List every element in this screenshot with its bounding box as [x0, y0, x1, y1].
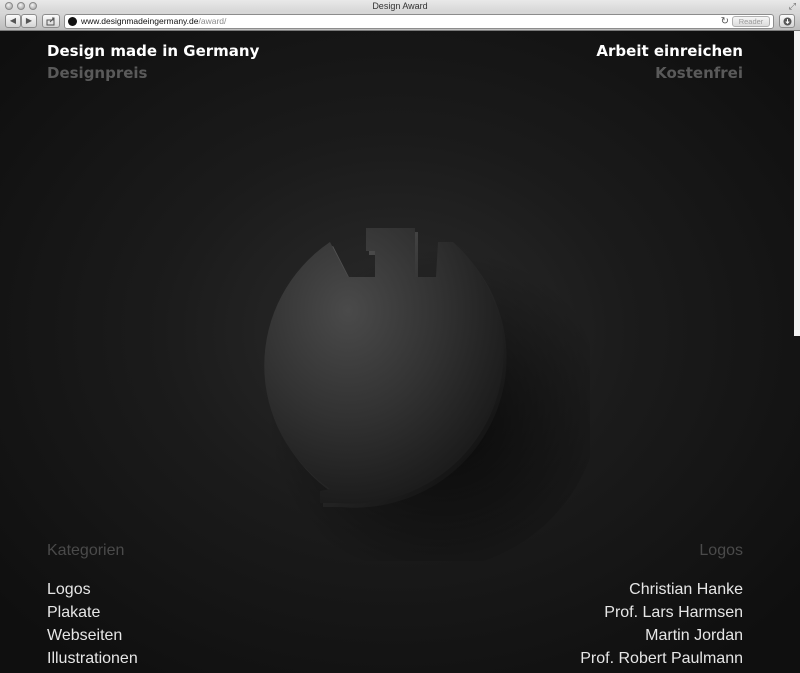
submit-cost-label: Kostenfrei: [655, 64, 743, 82]
jury-member[interactable]: Martin Jordan: [580, 624, 743, 647]
back-button[interactable]: ◀: [5, 14, 21, 28]
page-viewport: Design made in Germany Designpreis Arbei…: [0, 31, 800, 673]
address-bar[interactable]: www.designmadeingermany.de/award/ ↻ Read…: [64, 14, 774, 29]
browser-toolbar: ◀ ▶ www.designmadeingermany.de/award/ ↻ …: [0, 12, 800, 31]
downloads-button[interactable]: [779, 14, 795, 28]
category-illustrationen[interactable]: Illustrationen: [47, 647, 138, 670]
jury-member[interactable]: Christian Hanke: [580, 578, 743, 601]
category-logos[interactable]: Logos: [47, 578, 138, 601]
site-title-link[interactable]: Design made in Germany: [47, 40, 259, 62]
categories-list: Kategorien Logos Plakate Webseiten Illus…: [47, 539, 138, 670]
share-button[interactable]: [42, 14, 60, 28]
back-arrow-icon: ◀: [9, 16, 17, 25]
forward-arrow-icon: ▶: [25, 16, 33, 25]
category-webseiten[interactable]: Webseiten: [47, 624, 138, 647]
fullscreen-icon[interactable]: ⤢: [789, 1, 796, 11]
jury-list: Logos Christian Hanke Prof. Lars Harmsen…: [580, 539, 743, 670]
minimize-window-button[interactable]: [17, 2, 25, 10]
scrollbar-thumb[interactable]: [794, 31, 800, 336]
reader-button[interactable]: Reader: [732, 16, 770, 27]
url-host: www.designmadeingermany.de: [81, 16, 199, 26]
award-emblem-icon: [250, 228, 590, 561]
zoom-window-button[interactable]: [29, 2, 37, 10]
jury-member[interactable]: Prof. Robert Paulmann: [580, 647, 743, 670]
browser-window: Design Award ⤢ ◀ ▶ www.designmadeingerma…: [0, 0, 800, 673]
submit-work-link[interactable]: Arbeit einreichen: [596, 40, 743, 62]
close-window-button[interactable]: [5, 2, 13, 10]
jury-heading: Logos: [699, 542, 743, 559]
jury-member[interactable]: Prof. Lars Harmsen: [580, 601, 743, 624]
submit-work-block: Arbeit einreichen Kostenfrei: [596, 40, 743, 84]
forward-button[interactable]: ▶: [21, 14, 37, 28]
window-title: Design Award: [372, 1, 428, 11]
category-plakate[interactable]: Plakate: [47, 601, 138, 624]
url-text[interactable]: www.designmadeingermany.de/award/: [81, 15, 226, 28]
url-path: /award/: [198, 16, 227, 26]
downloads-icon: [783, 17, 791, 26]
categories-heading: Kategorien: [47, 542, 125, 559]
site-header: Design made in Germany Designpreis: [47, 40, 259, 84]
site-favicon-icon: [68, 17, 77, 26]
share-icon: [46, 17, 55, 26]
title-bar: Design Award ⤢: [0, 0, 800, 12]
reload-icon[interactable]: ↻: [721, 15, 729, 28]
site-subtitle: Designpreis: [47, 64, 148, 82]
